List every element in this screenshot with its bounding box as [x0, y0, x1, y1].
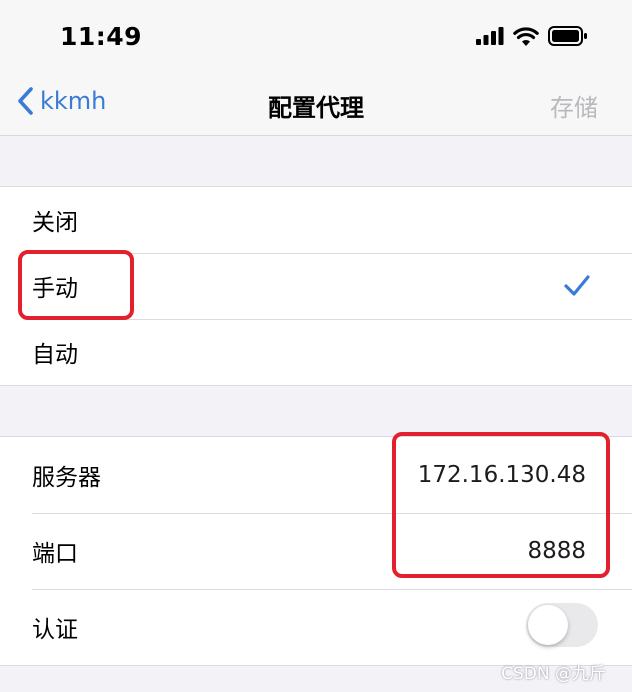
port-row: 端口 8888 — [0, 513, 632, 589]
toggle-knob — [528, 605, 568, 645]
auth-toggle[interactable] — [526, 603, 598, 647]
auth-label: 认证 — [32, 617, 78, 643]
option-manual[interactable]: 手动 — [0, 253, 632, 319]
proxy-mode-group: 关闭 手动 自动 — [0, 186, 632, 386]
option-off-label: 关闭 — [32, 210, 78, 236]
server-input[interactable]: 172.16.130.48 — [418, 462, 586, 488]
cellular-signal-icon — [476, 27, 504, 45]
auth-row: 认证 — [0, 589, 632, 665]
save-button[interactable]: 存储 — [550, 88, 598, 123]
port-input[interactable]: 8888 — [527, 538, 586, 564]
option-auto[interactable]: 自动 — [0, 319, 632, 385]
option-auto-label: 自动 — [32, 342, 78, 368]
server-label: 服务器 — [32, 465, 101, 491]
proxy-settings-group: 服务器 172.16.130.48 端口 8888 认证 — [0, 436, 632, 666]
watermark: CSDN @九斤 — [501, 664, 606, 684]
navigation-bar: kkmh 配置代理 存储 — [0, 72, 632, 136]
port-label: 端口 — [32, 541, 78, 567]
wifi-icon — [513, 26, 539, 46]
page-title: 配置代理 — [268, 94, 364, 122]
status-icons — [476, 26, 588, 46]
battery-icon — [548, 26, 587, 46]
option-off[interactable]: 关闭 — [0, 187, 632, 253]
status-bar: 11:49 — [0, 0, 632, 72]
status-time: 11:49 — [60, 22, 143, 51]
server-row: 服务器 172.16.130.48 — [0, 437, 632, 513]
option-manual-label: 手动 — [32, 276, 78, 302]
checkmark-icon — [564, 275, 590, 296]
